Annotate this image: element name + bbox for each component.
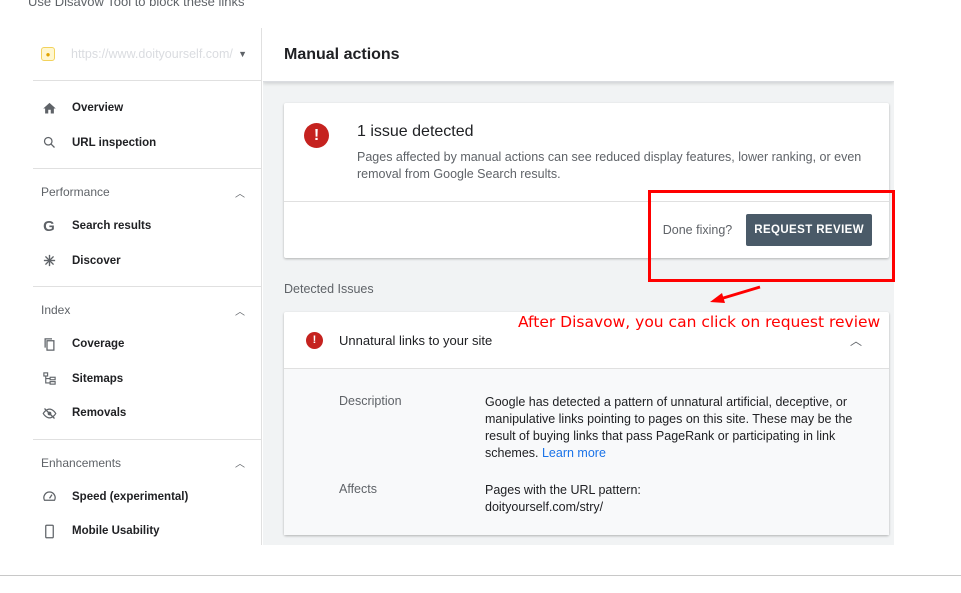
issue-detail-card: ! Unnatural links to your site ︿ Descrip… [284, 312, 889, 535]
annotation-arrow-icon [710, 285, 761, 303]
sidebar: ● https://www.doityourself.com/ ▼ Overvi… [33, 28, 262, 545]
sidebar-item-label: Discover [72, 254, 121, 267]
group-header-label: Performance [41, 185, 110, 199]
description-text: Google has detected a pattern of unnatur… [485, 395, 853, 460]
sidebar-item-label: URL inspection [72, 136, 157, 149]
eye-off-icon [41, 405, 57, 421]
home-icon [41, 100, 57, 116]
property-url: https://www.doityourself.com/ [71, 47, 233, 61]
google-g-icon: G [43, 217, 55, 235]
sidebar-item-label: Overview [72, 102, 124, 115]
chevron-up-icon: ︿ [235, 188, 245, 200]
property-favicon-icon: ● [41, 47, 55, 61]
affects-url-pattern: doityourself.com/stry/ [485, 500, 604, 514]
speedometer-icon [41, 489, 57, 505]
sidebar-item-label: Search results [72, 220, 152, 233]
group-header-label: Enhancements [41, 455, 122, 470]
group-header-index[interactable]: Index ︿ [33, 293, 261, 327]
cropped-caption: Use Disavow Tool to block these links [28, 0, 245, 9]
learn-more-link[interactable]: Learn more [542, 446, 606, 460]
group-header-performance[interactable]: Performance ︿ [33, 175, 261, 209]
sitemap-icon [41, 371, 57, 387]
affects-label: Affects [339, 482, 377, 496]
sidebar-item-label: Coverage [72, 338, 125, 351]
detected-issues-heading: Detected Issues [284, 282, 374, 296]
copy-icon [41, 336, 57, 352]
sidebar-item-sitemaps[interactable]: Sitemaps [33, 362, 261, 397]
search-icon [41, 135, 57, 151]
sidebar-item-label: Speed (experimental) [72, 490, 189, 503]
error-icon: ! [306, 331, 323, 349]
group-header-label: Index [41, 303, 71, 317]
chevron-up-icon[interactable]: ︿ [850, 332, 862, 349]
nav-group-index: Index ︿ Coverage Sitemaps Removals [33, 287, 261, 440]
issue-description: Pages affected by manual actions can see… [357, 150, 862, 181]
affects-value: Pages with the URL pattern: doityourself… [485, 482, 875, 516]
property-selector[interactable]: ● https://www.doityourself.com/ ▼ [33, 28, 261, 81]
description-value: Google has detected a pattern of unnatur… [485, 394, 875, 462]
sidebar-item-overview[interactable]: Overview [33, 91, 261, 126]
sidebar-item-coverage[interactable]: Coverage [33, 327, 261, 362]
issue-title: 1 issue detected [357, 123, 474, 140]
main-content: Manual actions ! 1 issue detected Pages … [263, 28, 894, 545]
sidebar-item-search-results[interactable]: G Search results [33, 209, 261, 244]
sidebar-item-discover[interactable]: Discover [33, 244, 261, 279]
sidebar-item-label: Mobile Usability [72, 525, 160, 538]
error-icon: ! [304, 123, 329, 148]
asterisk-icon [41, 253, 57, 269]
phone-icon [41, 523, 57, 539]
group-header-enhancements[interactable]: Enhancements ︿ [33, 446, 261, 480]
affects-line-1: Pages with the URL pattern: [485, 483, 641, 497]
page-title: Manual actions [263, 28, 894, 82]
description-label: Description [339, 394, 402, 408]
sidebar-item-removals[interactable]: Removals [33, 396, 261, 431]
sidebar-item-url-inspection[interactable]: URL inspection [33, 126, 261, 161]
chevron-up-icon: ︿ [235, 306, 245, 318]
sidebar-item-mobile-usability[interactable]: Mobile Usability [33, 514, 261, 545]
chevron-up-icon: ︿ [235, 459, 245, 470]
sidebar-item-speed[interactable]: Speed (experimental) [33, 480, 261, 515]
chevron-down-icon[interactable]: ▼ [238, 49, 247, 59]
annotation-highlight-box [648, 190, 895, 282]
sidebar-item-label: Sitemaps [72, 372, 124, 385]
issue-detail-title: Unnatural links to your site [339, 332, 493, 348]
issue-detail-body: Description Google has detected a patter… [284, 369, 889, 535]
sidebar-item-label: Removals [72, 407, 127, 420]
issue-summary: ! 1 issue detected Pages affected by man… [284, 103, 889, 202]
bottom-divider [0, 575, 961, 576]
nav-group-enhancements: Enhancements ︿ Speed (experimental) Mobi… [33, 440, 261, 546]
nav-group-main: Overview URL inspection [33, 81, 261, 169]
annotation-text: After Disavow, you can click on request … [518, 313, 881, 331]
nav-group-performance: Performance ︿ G Search results Discover [33, 169, 261, 287]
